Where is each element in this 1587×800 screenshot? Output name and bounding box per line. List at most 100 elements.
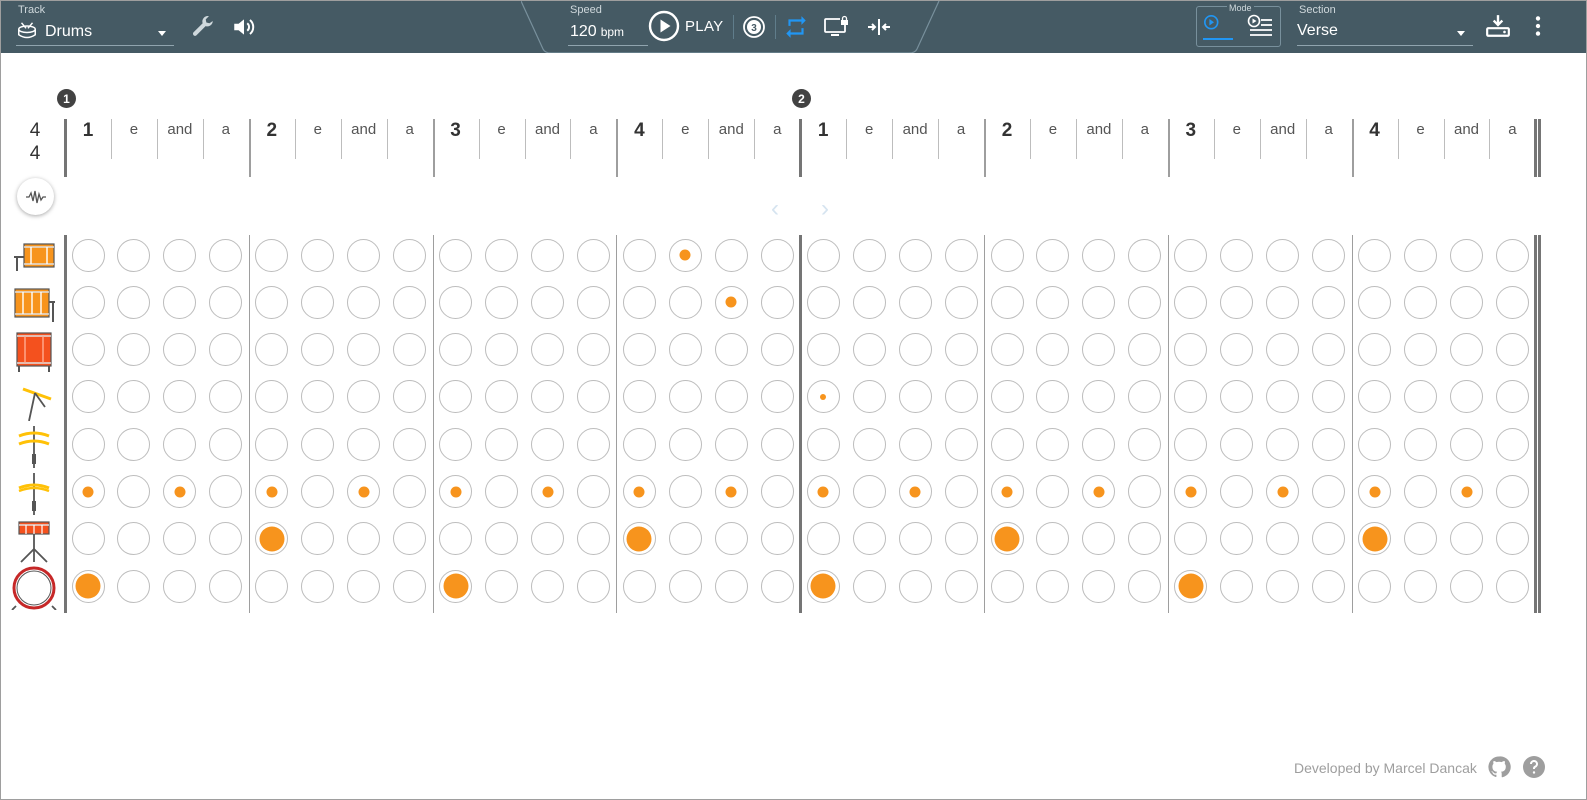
note-cell-mid-tom[interactable] <box>1220 285 1254 319</box>
note-cell-open-hi-hat[interactable] <box>439 427 473 461</box>
note-cell-crash-cymbal[interactable] <box>1174 380 1208 414</box>
note-cell-high-tom[interactable] <box>1266 238 1300 272</box>
note-cell-snare-drum[interactable] <box>485 522 519 556</box>
note-cell-closed-hi-hat[interactable] <box>531 475 564 508</box>
note-cell-closed-hi-hat[interactable] <box>255 475 289 508</box>
note-cell-crash-cymbal[interactable] <box>990 380 1024 414</box>
section-select[interactable]: Verse <box>1297 19 1473 46</box>
note-cell-snare-drum[interactable] <box>439 522 473 556</box>
note-cell-open-hi-hat[interactable] <box>760 427 794 461</box>
note-cell-closed-hi-hat[interactable] <box>1312 475 1346 508</box>
note-cell-floor-tom[interactable] <box>393 333 427 367</box>
note-cell-high-tom[interactable] <box>485 238 519 272</box>
note-cell-closed-hi-hat[interactable] <box>1266 475 1300 508</box>
note-cell-high-tom[interactable] <box>1128 238 1162 272</box>
note-cell-closed-hi-hat[interactable] <box>393 475 427 508</box>
note-cell-mid-tom[interactable] <box>898 285 932 319</box>
note-cell-high-tom[interactable] <box>714 238 748 272</box>
note-cell-crash-cymbal[interactable] <box>1128 380 1162 414</box>
note-cell-crash-cymbal[interactable] <box>622 380 656 414</box>
note-cell-floor-tom[interactable] <box>209 333 243 367</box>
loop-button[interactable] <box>782 13 810 41</box>
note-cell-snare-drum[interactable] <box>163 522 197 556</box>
note-cell-snare-drum[interactable] <box>668 522 702 556</box>
note-cell-high-tom[interactable] <box>806 238 840 272</box>
note-cell-snare-drum[interactable] <box>1404 522 1438 556</box>
note-cell-crash-cymbal[interactable] <box>898 380 932 414</box>
note-cell-closed-hi-hat[interactable] <box>485 475 519 508</box>
note-cell-snare-drum[interactable] <box>990 522 1024 556</box>
note-cell-mid-tom[interactable] <box>1128 285 1162 319</box>
note-cell-mid-tom[interactable] <box>531 285 564 319</box>
note-cell-crash-cymbal[interactable] <box>531 380 564 414</box>
note-cell-crash-cymbal[interactable] <box>1266 380 1300 414</box>
note-cell-crash-cymbal[interactable] <box>1036 380 1070 414</box>
note-cell-floor-tom[interactable] <box>668 333 702 367</box>
note-cell-crash-cymbal[interactable] <box>576 380 610 414</box>
note-cell-high-tom[interactable] <box>209 238 243 272</box>
note-cell-open-hi-hat[interactable] <box>576 427 610 461</box>
note-cell-high-tom[interactable] <box>393 238 427 272</box>
note-cell-bass-drum[interactable] <box>714 569 748 603</box>
note-cell-crash-cymbal[interactable] <box>852 380 886 414</box>
note-cell-closed-hi-hat[interactable] <box>1036 475 1070 508</box>
note-cell-crash-cymbal[interactable] <box>1220 380 1254 414</box>
note-cell-floor-tom[interactable] <box>163 333 197 367</box>
note-cell-bass-drum[interactable] <box>1036 569 1070 603</box>
note-cell-open-hi-hat[interactable] <box>1036 427 1070 461</box>
note-cell-crash-cymbal[interactable] <box>1495 380 1529 414</box>
note-cell-mid-tom[interactable] <box>301 285 335 319</box>
note-cell-open-hi-hat[interactable] <box>806 427 840 461</box>
note-cell-snare-drum[interactable] <box>1174 522 1208 556</box>
note-cell-closed-hi-hat[interactable] <box>898 475 932 508</box>
note-cell-floor-tom[interactable] <box>347 333 381 367</box>
note-cell-floor-tom[interactable] <box>898 333 932 367</box>
note-cell-open-hi-hat[interactable] <box>71 427 105 461</box>
note-cell-snare-drum[interactable] <box>1128 522 1162 556</box>
note-cell-open-hi-hat[interactable] <box>622 427 656 461</box>
note-cell-open-hi-hat[interactable] <box>990 427 1024 461</box>
note-cell-bass-drum[interactable] <box>622 569 656 603</box>
note-cell-closed-hi-hat[interactable] <box>668 475 702 508</box>
note-cell-crash-cymbal[interactable] <box>485 380 519 414</box>
note-cell-bass-drum[interactable] <box>117 569 151 603</box>
note-cell-floor-tom[interactable] <box>1174 333 1208 367</box>
note-cell-crash-cymbal[interactable] <box>347 380 381 414</box>
note-cell-bass-drum[interactable] <box>806 569 840 603</box>
note-cell-snare-drum[interactable] <box>71 522 105 556</box>
wrench-icon[interactable] <box>190 14 216 40</box>
note-cell-crash-cymbal[interactable] <box>439 380 473 414</box>
note-cell-closed-hi-hat[interactable] <box>163 475 197 508</box>
note-cell-mid-tom[interactable] <box>1450 285 1483 319</box>
note-cell-mid-tom[interactable] <box>1036 285 1070 319</box>
note-cell-high-tom[interactable] <box>117 238 151 272</box>
note-cell-mid-tom[interactable] <box>622 285 656 319</box>
note-cell-floor-tom[interactable] <box>531 333 564 367</box>
note-cell-floor-tom[interactable] <box>1082 333 1116 367</box>
note-cell-closed-hi-hat[interactable] <box>622 475 656 508</box>
note-cell-crash-cymbal[interactable] <box>1312 380 1346 414</box>
note-cell-crash-cymbal[interactable] <box>806 380 840 414</box>
note-cell-open-hi-hat[interactable] <box>1495 427 1529 461</box>
note-cell-mid-tom[interactable] <box>1404 285 1438 319</box>
screen-lock-button[interactable] <box>823 13 851 41</box>
note-cell-floor-tom[interactable] <box>806 333 840 367</box>
speed-input[interactable]: 120 bpm <box>568 19 648 46</box>
note-cell-crash-cymbal[interactable] <box>393 380 427 414</box>
note-cell-bass-drum[interactable] <box>1174 569 1208 603</box>
note-cell-snare-drum[interactable] <box>393 522 427 556</box>
note-cell-closed-hi-hat[interactable] <box>714 475 748 508</box>
note-cell-mid-tom[interactable] <box>347 285 381 319</box>
chevron-right-icon[interactable]: › <box>821 195 829 223</box>
note-cell-crash-cymbal[interactable] <box>1404 380 1438 414</box>
note-cell-closed-hi-hat[interactable] <box>1220 475 1254 508</box>
note-cell-open-hi-hat[interactable] <box>531 427 564 461</box>
note-cell-snare-drum[interactable] <box>944 522 978 556</box>
note-cell-high-tom[interactable] <box>576 238 610 272</box>
note-cell-floor-tom[interactable] <box>760 333 794 367</box>
note-cell-crash-cymbal[interactable] <box>163 380 197 414</box>
note-cell-snare-drum[interactable] <box>255 522 289 556</box>
download-icon[interactable] <box>1485 13 1511 39</box>
note-cell-mid-tom[interactable] <box>485 285 519 319</box>
note-cell-bass-drum[interactable] <box>898 569 932 603</box>
